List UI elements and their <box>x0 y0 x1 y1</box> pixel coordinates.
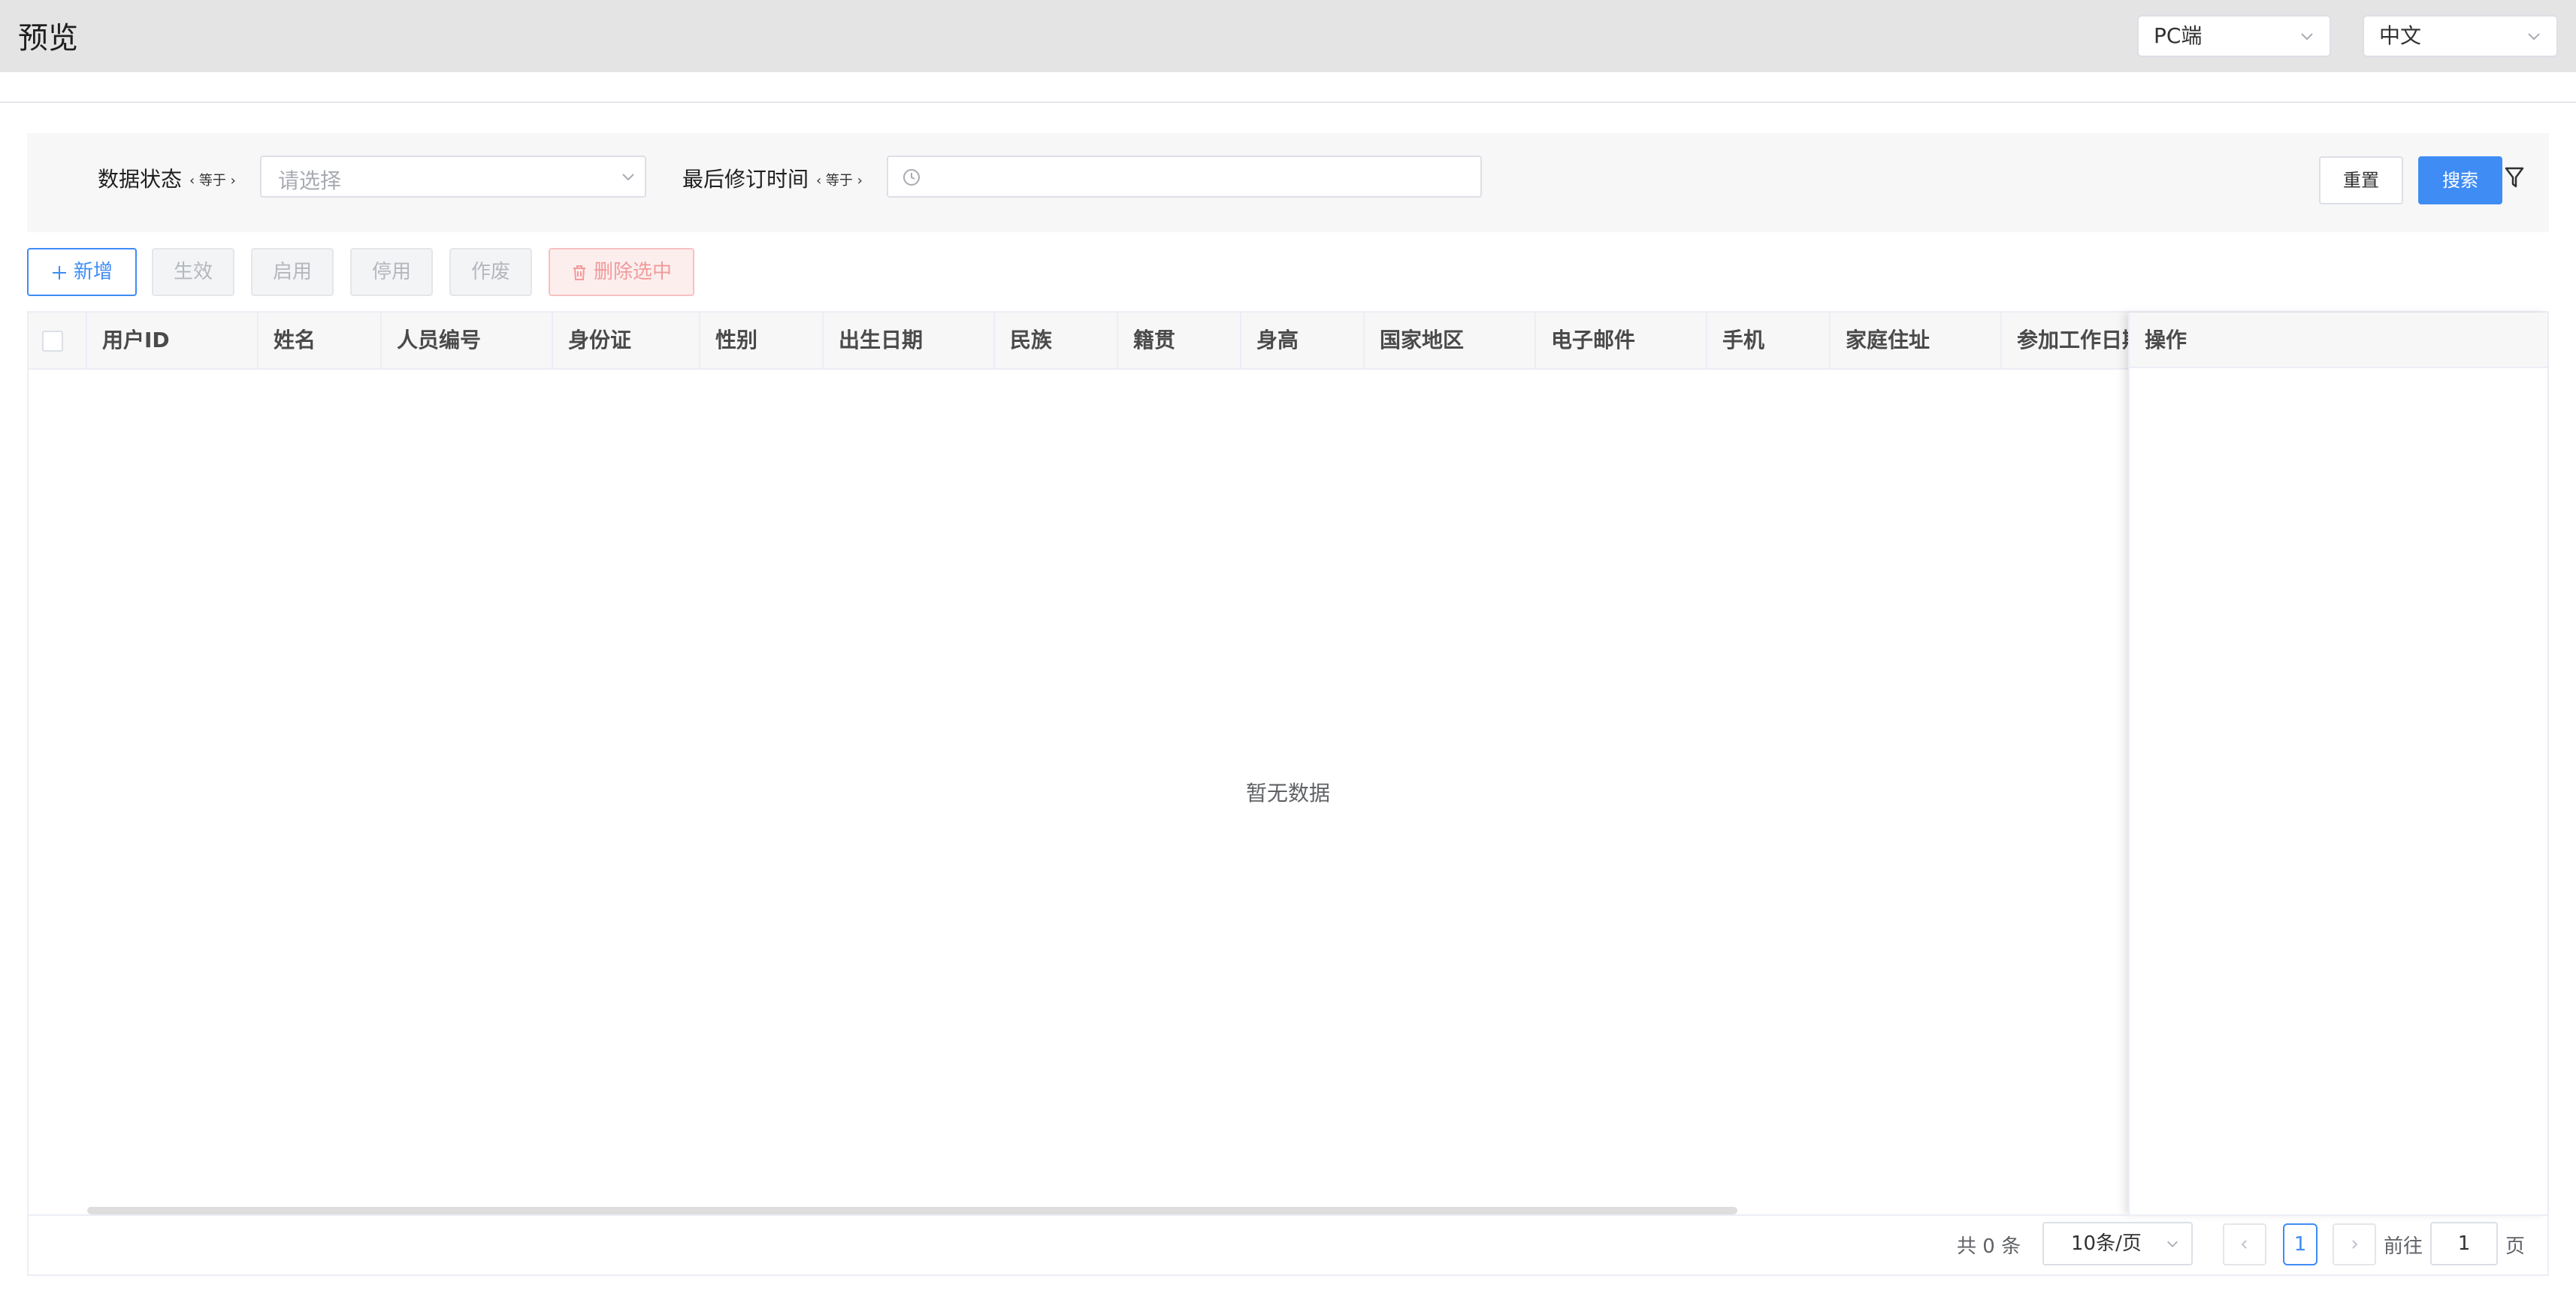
column-header-gender[interactable]: 性别 <box>700 313 824 368</box>
status-filter-select[interactable]: 请选择 <box>260 156 646 198</box>
plus-icon <box>52 265 66 280</box>
table-footer-divider <box>29 1214 2547 1216</box>
fixed-action-column: 操作 <box>2128 313 2547 1214</box>
chevron-down-icon <box>2301 33 2313 41</box>
top-bar: 预览 PC端 中文 <box>0 0 2576 72</box>
header-divider <box>0 101 2576 103</box>
language-select-value: 中文 <box>2379 23 2422 48</box>
column-header-home-address[interactable]: 家庭住址 <box>1831 313 2002 368</box>
disable-button[interactable]: 停用 <box>350 248 433 296</box>
chevron-right-icon <box>2352 1240 2358 1249</box>
column-header-person-number[interactable]: 人员编号 <box>382 313 553 368</box>
enable-button[interactable]: 启用 <box>251 248 334 296</box>
status-filter-placeholder: 请选择 <box>278 168 342 193</box>
empty-state-text: 暂无数据 <box>1246 781 1331 806</box>
activate-button[interactable]: 生效 <box>152 248 234 296</box>
status-filter-operator[interactable]: ‹ 等于 › <box>189 170 236 189</box>
language-select[interactable]: 中文 <box>2363 15 2558 57</box>
search-button[interactable]: 搜索 <box>2418 156 2502 204</box>
chevron-left-icon <box>2241 1240 2247 1249</box>
filter-panel: 数据状态 ‹ 等于 › 请选择 最后修订时间 ‹ 等于 › <box>27 133 2549 232</box>
horizontal-scrollbar[interactable] <box>87 1207 1737 1214</box>
chevron-down-icon <box>2528 33 2540 41</box>
column-header-email[interactable]: 电子邮件 <box>1536 313 1707 368</box>
modified-filter-label: 最后修订时间 <box>682 167 809 192</box>
delete-selected-label: 删除选中 <box>593 261 672 283</box>
platform-select[interactable]: PC端 <box>2137 15 2331 57</box>
column-header-birth-date[interactable]: 出生日期 <box>824 313 995 368</box>
select-all-checkbox[interactable] <box>42 331 63 352</box>
column-header-id-card[interactable]: 身份证 <box>553 313 700 368</box>
select-all-cell <box>29 313 87 368</box>
goto-label: 前往 <box>2384 1235 2423 1258</box>
platform-select-value: PC端 <box>2154 23 2203 48</box>
goto-page-input[interactable]: 1 <box>2430 1222 2498 1265</box>
delete-selected-button[interactable]: 删除选中 <box>549 248 694 296</box>
add-button[interactable]: 新增 <box>27 248 137 296</box>
column-header-actions: 操作 <box>2130 313 2547 368</box>
status-filter-label: 数据状态 <box>98 167 183 192</box>
column-header-height[interactable]: 身高 <box>1241 313 1365 368</box>
pagination-total: 共 0 条 <box>1957 1235 2021 1258</box>
data-table: 用户ID 姓名 人员编号 身份证 性别 出生日期 民族 籍贯 身高 国家地区 电… <box>27 311 2549 1276</box>
page-title: 预览 <box>18 21 78 56</box>
column-header-name[interactable]: 姓名 <box>259 313 382 368</box>
reset-button[interactable]: 重置 <box>2319 156 2403 204</box>
void-button[interactable]: 作废 <box>449 248 532 296</box>
trash-icon <box>573 265 585 280</box>
page-size-select[interactable]: 10条/页 <box>2042 1222 2193 1265</box>
page-size-value: 10条/页 <box>2071 1232 2142 1255</box>
column-header-mobile[interactable]: 手机 <box>1707 313 1831 368</box>
column-header-ethnicity[interactable]: 民族 <box>995 313 1118 368</box>
page-suffix-label: 页 <box>2505 1235 2526 1258</box>
filter-icon[interactable] <box>2504 165 2525 189</box>
next-page-button[interactable] <box>2333 1223 2376 1265</box>
column-header-country-region[interactable]: 国家地区 <box>1365 313 1536 368</box>
modified-date-input[interactable] <box>887 156 1482 198</box>
column-header-native-place[interactable]: 籍贯 <box>1118 313 1241 368</box>
chevron-down-icon <box>2167 1241 2178 1247</box>
current-page-button[interactable]: 1 <box>2283 1223 2317 1265</box>
prev-page-button[interactable] <box>2223 1223 2266 1265</box>
chevron-down-icon <box>622 174 634 181</box>
column-header-user-id[interactable]: 用户ID <box>87 313 259 368</box>
add-button-label: 新增 <box>73 261 113 283</box>
clock-icon <box>903 169 920 186</box>
modified-filter-operator[interactable]: ‹ 等于 › <box>816 170 863 189</box>
